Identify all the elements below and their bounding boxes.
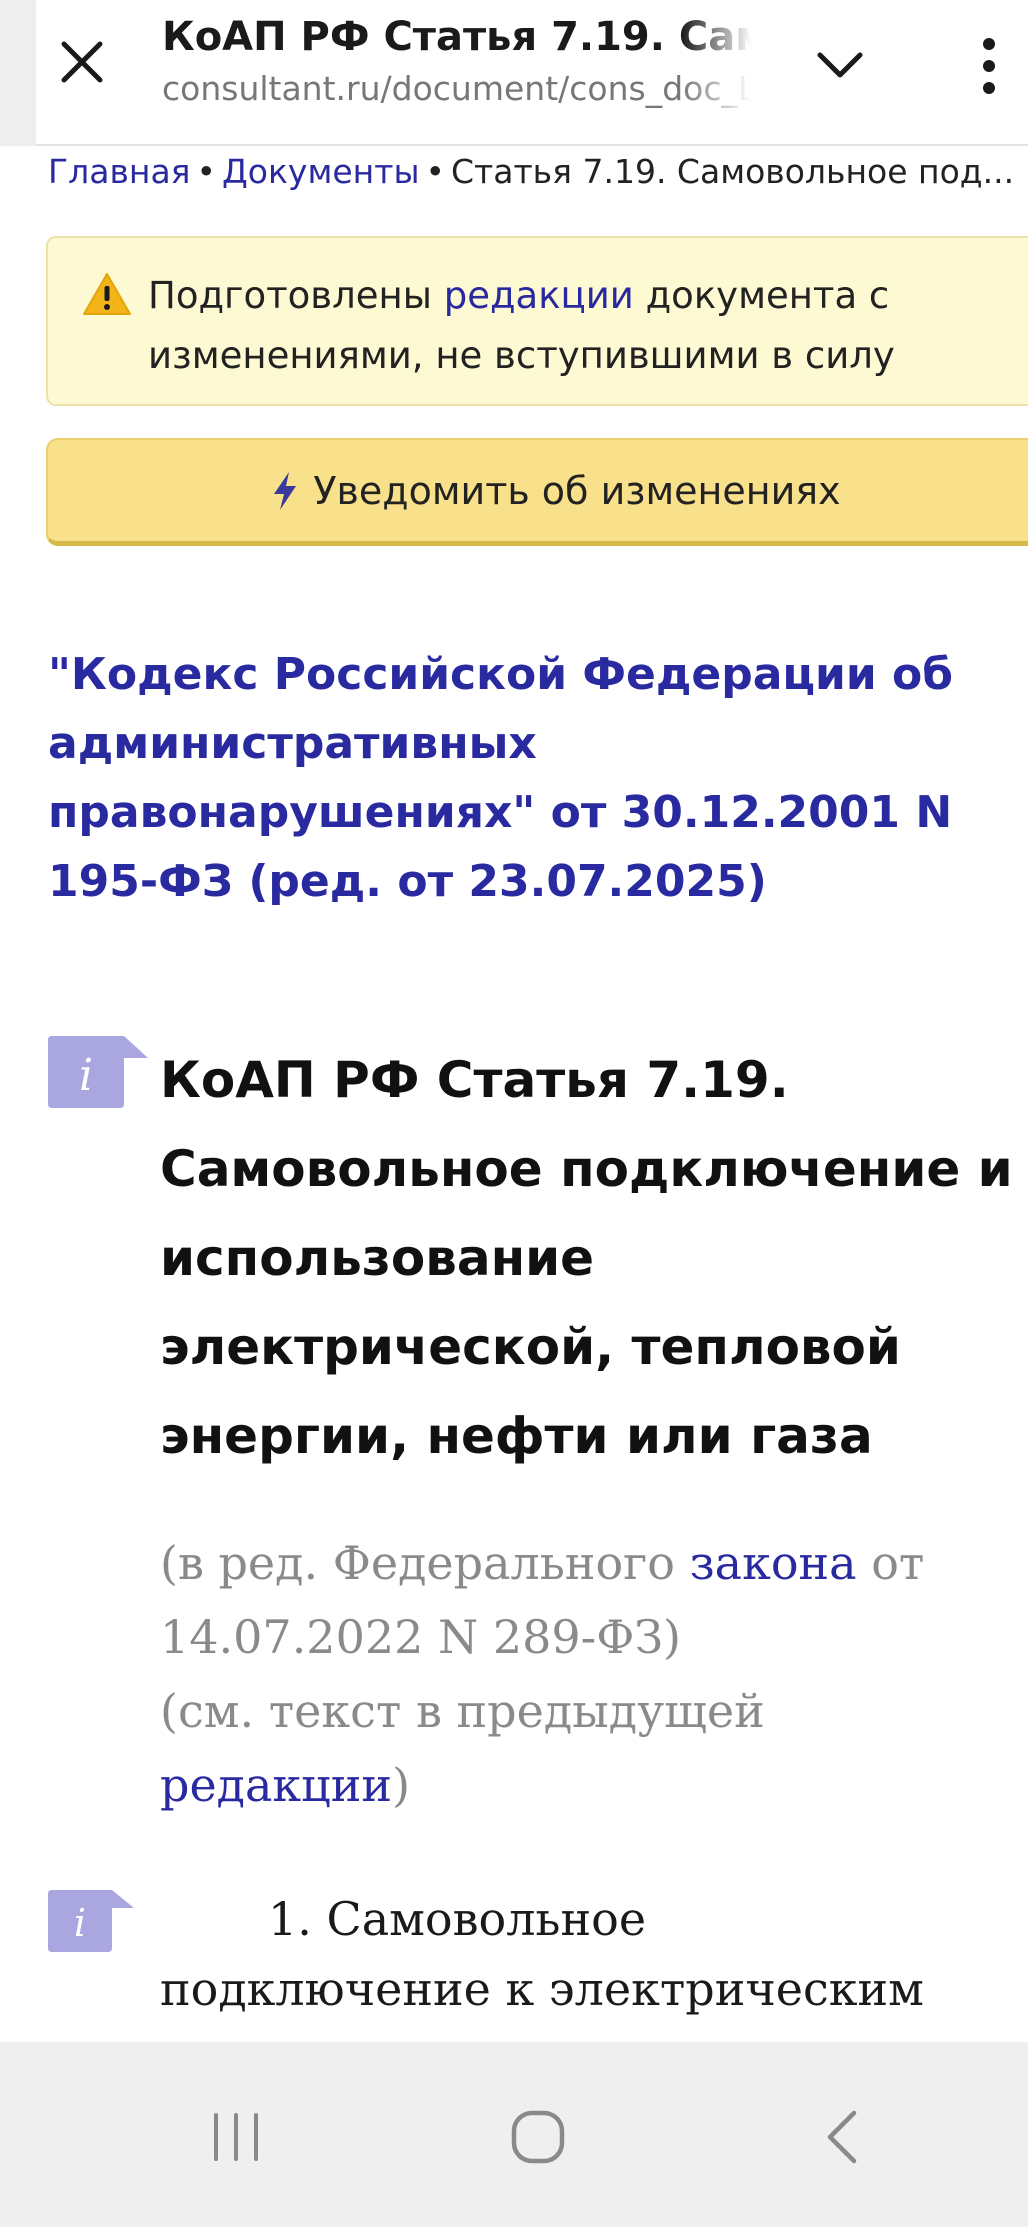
- tab-title: КоАП РФ Статья 7.19. Самовольное подключ…: [162, 14, 752, 60]
- lightning-icon: [274, 471, 297, 510]
- close-button[interactable]: [48, 28, 116, 96]
- home-circle-icon: [511, 2110, 565, 2164]
- warning-text: Подготовлены редакции документа с измене…: [148, 274, 895, 377]
- article-title: КоАП РФ Статья 7.19. Самовольное подключ…: [160, 1051, 1013, 1465]
- more-vert-icon: [983, 38, 995, 94]
- article-info-marker[interactable]: i: [48, 1036, 150, 1108]
- info-icon: i: [48, 1890, 134, 1952]
- breadcrumb-separator: •: [425, 152, 445, 191]
- back-icon: [827, 2110, 857, 2164]
- back-button[interactable]: [782, 2092, 902, 2182]
- svg-text:i: i: [74, 1901, 86, 1945]
- edition-notes: (в ред. Федерального закона от 14.07.202…: [160, 1536, 925, 1812]
- notify-changes-button[interactable]: Уведомить об изменениях: [46, 438, 1028, 546]
- breadcrumb-home-link[interactable]: Главная: [48, 152, 191, 191]
- document-title-link[interactable]: "Кодекс Российской Федерации об админист…: [48, 640, 1008, 916]
- browser-top-bar: КоАП РФ Статья 7.19. Самовольное подключ…: [0, 0, 1028, 146]
- notify-changes-label: Уведомить об изменениях: [313, 468, 841, 513]
- edition-warning-box: Подготовлены редакции документа с измене…: [46, 236, 1028, 406]
- more-options-button[interactable]: [964, 26, 1014, 106]
- info-icon: i: [48, 1036, 148, 1108]
- chevron-down-icon: [817, 52, 863, 78]
- editions-link[interactable]: редакции: [444, 274, 634, 317]
- paragraph-info-marker[interactable]: i: [48, 1890, 136, 1952]
- previous-edition-link[interactable]: редакции: [160, 1758, 392, 1812]
- recent-apps-icon: [214, 2113, 258, 2161]
- system-navigation-bar: [0, 2042, 1028, 2227]
- law-link[interactable]: закона: [690, 1536, 857, 1590]
- page-info[interactable]: КоАП РФ Статья 7.19. Самовольное подключ…: [162, 12, 752, 112]
- tab-url: consultant.ru/document/cons_doc_LAW_3466…: [162, 69, 752, 108]
- expand-button[interactable]: [800, 30, 880, 100]
- breadcrumb: Главная • Документы • Статья 7.19. Самовольн…: [48, 146, 1028, 198]
- breadcrumb-documents-link[interactable]: Документы: [222, 152, 419, 191]
- recent-apps-button[interactable]: [176, 2092, 296, 2182]
- breadcrumb-current: Статья 7.19. Самовольное под...: [450, 152, 1015, 191]
- svg-text:i: i: [79, 1050, 93, 1101]
- breadcrumb-separator: •: [196, 152, 217, 191]
- home-button[interactable]: [478, 2092, 598, 2182]
- top-bar-edge: [0, 0, 36, 146]
- warning-icon: [83, 273, 131, 315]
- close-icon: [61, 41, 103, 83]
